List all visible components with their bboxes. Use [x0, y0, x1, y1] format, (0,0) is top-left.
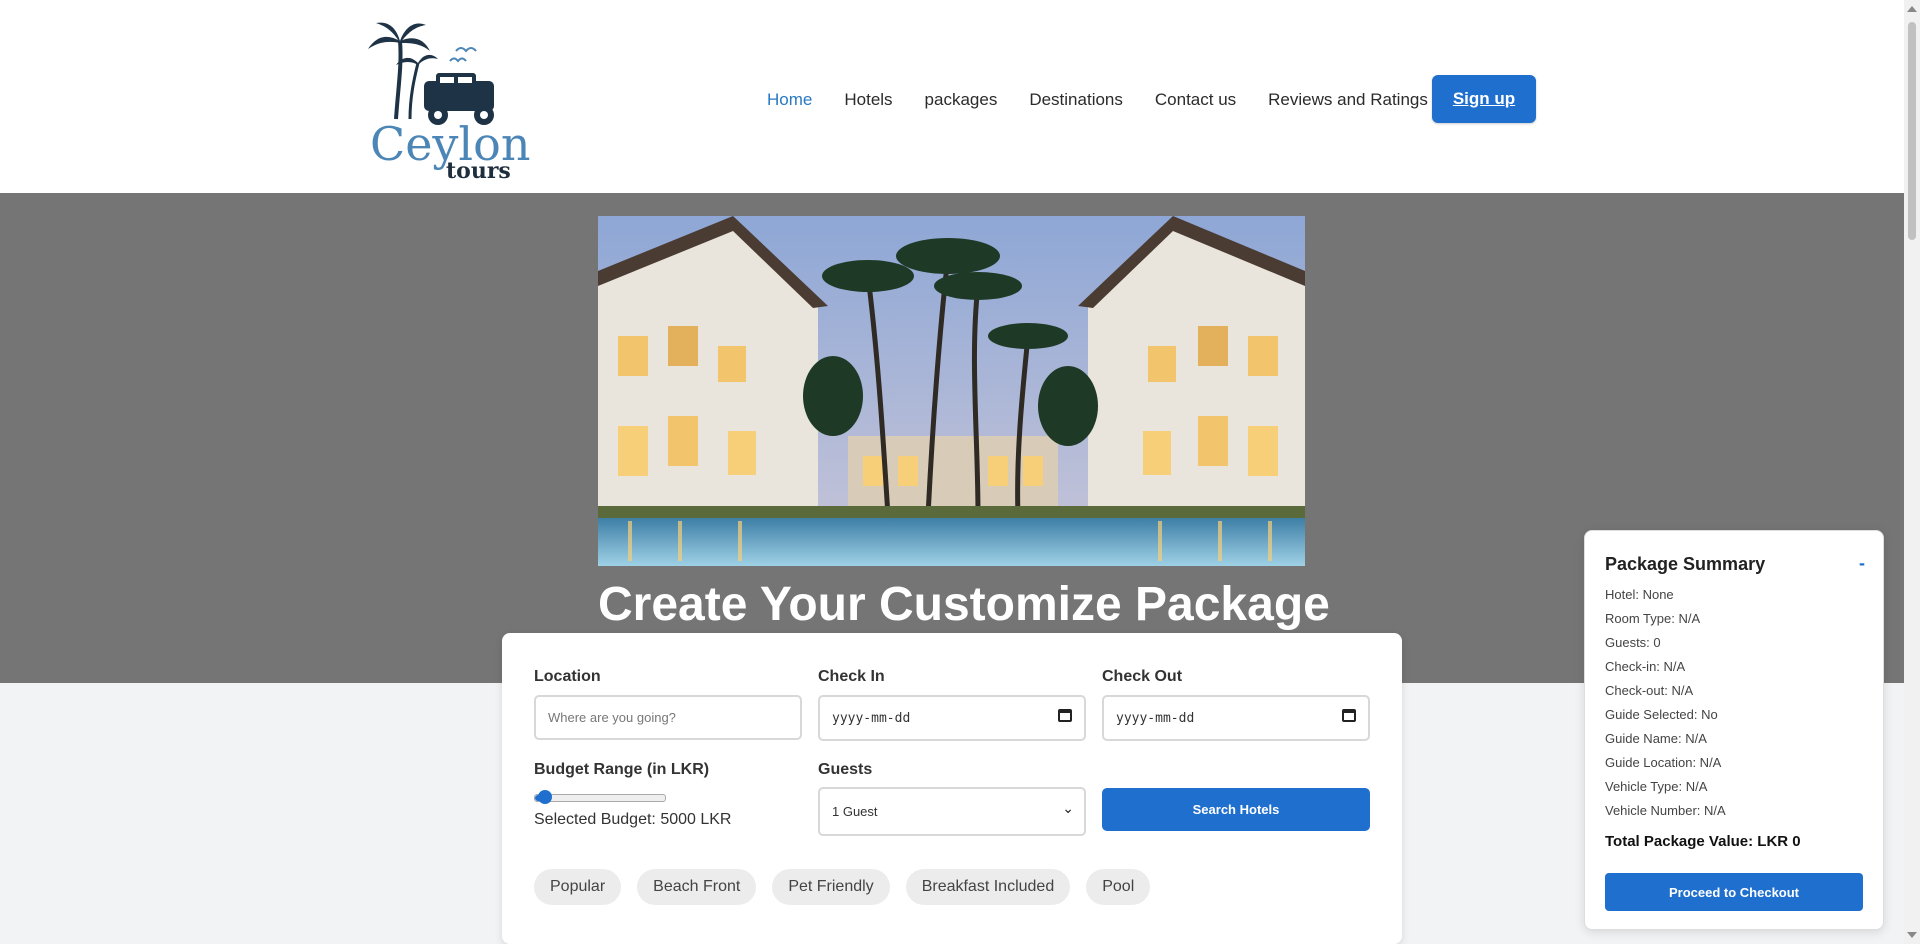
- guests-select[interactable]: 1 Guest ⌄: [818, 787, 1086, 836]
- scrollbar-thumb[interactable]: [1908, 22, 1916, 240]
- total-package-value: Total Package Value: LKR 0: [1605, 833, 1801, 850]
- chevron-down-icon: ⌄: [1062, 800, 1074, 816]
- check-out-label: Check Out: [1102, 668, 1183, 685]
- check-in-value: yyyy-mm-dd: [832, 710, 911, 726]
- location-input[interactable]: Where are you going?: [534, 695, 802, 740]
- hero-hotel-image: [598, 216, 1305, 566]
- sign-up-button[interactable]: Sign up: [1432, 75, 1536, 123]
- summary-room-type: Room Type: N/A: [1605, 611, 1701, 626]
- calendar-icon[interactable]: [1342, 709, 1356, 722]
- package-summary-title: Package Summary: [1605, 554, 1766, 574]
- scroll-up-arrow-icon[interactable]: [1907, 6, 1917, 12]
- summary-guide-selected: Guide Selected: No: [1605, 707, 1718, 722]
- search-hotels-button[interactable]: Search Hotels: [1102, 788, 1370, 831]
- filter-chips: Popular Beach Front Pet Friendly Breakfa…: [534, 869, 1166, 905]
- check-out-date-input[interactable]: yyyy-mm-dd: [1102, 695, 1370, 741]
- summary-vehicle-type: Vehicle Type: N/A: [1605, 779, 1708, 794]
- location-placeholder: Where are you going?: [548, 710, 676, 725]
- budget-slider-thumb[interactable]: [538, 790, 553, 804]
- site-logo[interactable]: Ceylon tours: [366, 19, 530, 185]
- summary-check-out: Check-out: N/A: [1605, 683, 1694, 698]
- summary-guide-name: Guide Name: N/A: [1605, 731, 1707, 746]
- nav-contact-us[interactable]: Contact us: [1155, 89, 1236, 111]
- summary-check-in: Check-in: N/A: [1605, 659, 1686, 674]
- check-out-value: yyyy-mm-dd: [1116, 710, 1195, 726]
- nav-destinations[interactable]: Destinations: [1029, 89, 1123, 111]
- search-card: Location Where are you going? Check In y…: [502, 633, 1402, 944]
- summary-vehicle-number: Vehicle Number: N/A: [1605, 803, 1726, 818]
- main-nav: Home Hotels packages Destinations Contac…: [767, 89, 1460, 111]
- chip-popular[interactable]: Popular: [534, 869, 622, 905]
- proceed-to-checkout-button[interactable]: Proceed to Checkout: [1605, 873, 1863, 911]
- nav-packages[interactable]: packages: [925, 89, 998, 111]
- summary-guests: Guests: 0: [1605, 635, 1661, 650]
- nav-home[interactable]: Home: [767, 89, 812, 111]
- chip-beach-front[interactable]: Beach Front: [637, 869, 757, 905]
- summary-guide-location: Guide Location: N/A: [1605, 755, 1722, 770]
- logo-text-tours: tours: [446, 158, 511, 184]
- guests-label: Guests: [818, 761, 873, 778]
- nav-reviews-ratings[interactable]: Reviews and Ratings: [1268, 89, 1428, 111]
- chip-breakfast-included[interactable]: Breakfast Included: [905, 869, 1071, 905]
- location-label: Location: [534, 668, 601, 685]
- nav-hotels[interactable]: Hotels: [844, 89, 892, 111]
- calendar-icon[interactable]: [1058, 709, 1072, 722]
- check-in-label: Check In: [818, 668, 885, 685]
- page-scrollbar[interactable]: [1904, 0, 1920, 944]
- palm-jeep-logo-icon: [368, 22, 494, 125]
- package-summary-panel: Package Summary - Hotel: None Room Type:…: [1584, 530, 1884, 930]
- summary-list: Hotel: None Room Type: N/A Guests: 0 Che…: [1605, 586, 1726, 826]
- site-header: Ceylon tours Home Hotels packages Destin…: [0, 5, 1904, 193]
- chip-pool[interactable]: Pool: [1086, 869, 1151, 905]
- budget-slider[interactable]: [534, 790, 666, 804]
- check-in-date-input[interactable]: yyyy-mm-dd: [818, 695, 1086, 741]
- chip-pet-friendly[interactable]: Pet Friendly: [772, 869, 890, 905]
- summary-hotel: Hotel: None: [1605, 587, 1674, 602]
- guests-value: 1 Guest: [832, 804, 878, 819]
- scroll-down-arrow-icon[interactable]: [1907, 932, 1917, 938]
- hero-title: Create Your Customize Package: [598, 578, 1330, 631]
- collapse-button[interactable]: -: [1859, 553, 1865, 574]
- selected-budget-text: Selected Budget: 5000 LKR: [534, 811, 732, 828]
- budget-range-label: Budget Range (in LKR): [534, 761, 710, 778]
